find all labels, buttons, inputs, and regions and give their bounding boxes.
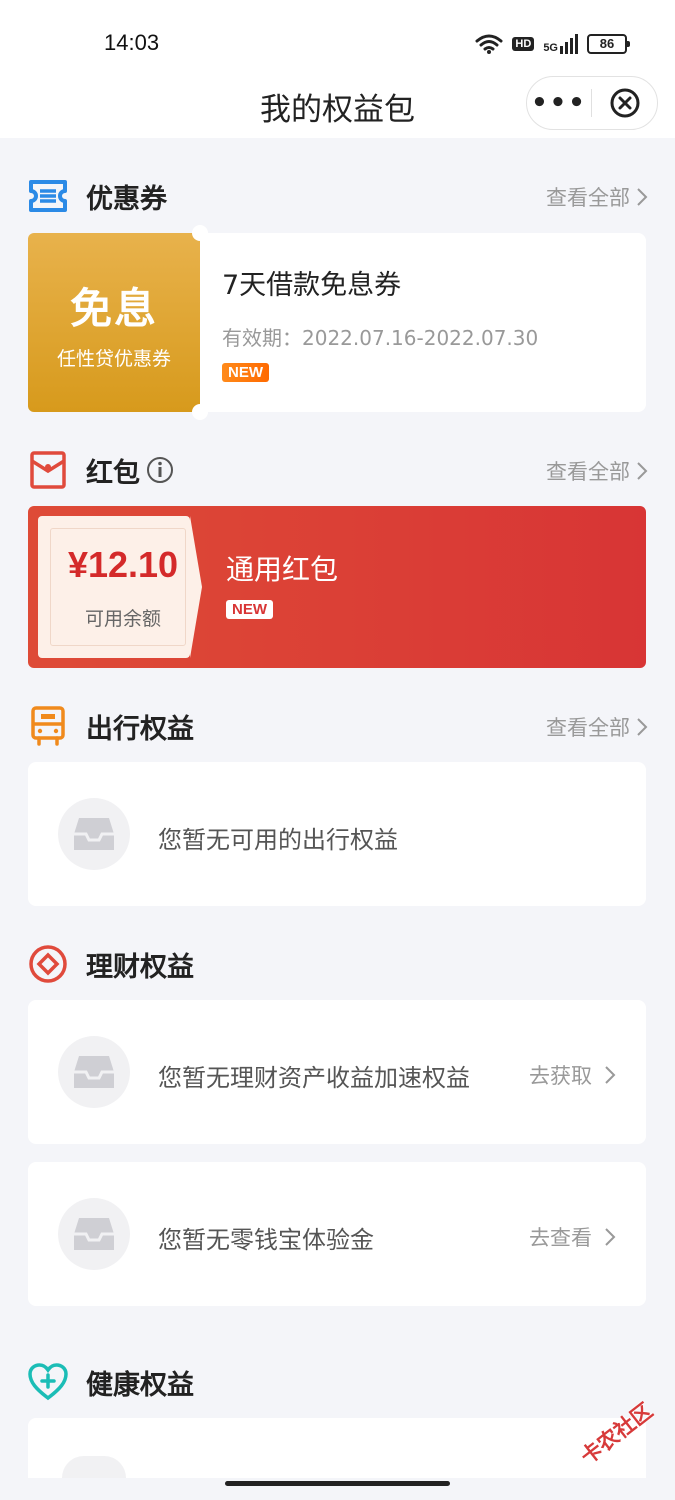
red-envelope-icon: [28, 450, 68, 490]
chevron-right-icon: [637, 718, 648, 736]
finance-row-action-label: 去查看: [529, 1226, 592, 1250]
health-section-title: 健康权益: [86, 1369, 194, 1401]
finance-section-title: 理财权益: [86, 951, 194, 983]
coupon-section-header: 优惠券 查看全部: [28, 174, 648, 218]
redpacket-amount-label: 可用余额: [84, 608, 161, 630]
close-button[interactable]: [592, 87, 657, 119]
health-card: [28, 1418, 646, 1478]
redpacket-section-header: 红包 查看全部: [28, 448, 648, 492]
finance-row-action[interactable]: 去查看: [529, 1222, 616, 1252]
redpacket-amount: ¥12.10: [67, 544, 179, 585]
coupon-section-title: 优惠券: [86, 183, 167, 215]
signal-icon: 5G: [543, 34, 578, 54]
new-badge: NEW: [226, 600, 273, 619]
chevron-right-icon: [637, 462, 648, 480]
redpacket-card[interactable]: ¥12.10 可用余额 通用红包 NEW: [28, 506, 646, 668]
redpacket-view-all[interactable]: 查看全部: [546, 456, 648, 486]
nav-bar: 我的权益包 •••: [0, 76, 675, 138]
coupon-view-all-label: 查看全部: [546, 186, 630, 210]
coupon-tag: 免息 任性贷优惠券: [28, 233, 200, 412]
finance-section-header: 理财权益: [28, 942, 648, 986]
travel-section-header: 出行权益 查看全部: [28, 704, 648, 748]
empty-inbox-icon: [62, 1456, 126, 1478]
travel-empty-text: 您暂无可用的出行权益: [158, 826, 398, 854]
finance-row-text: 您暂无理财资产收益加速权益: [158, 1064, 470, 1092]
coupon-name: 7天借款免息券: [222, 270, 402, 301]
coupon-tag-big: 免息: [69, 284, 158, 333]
travel-section-title: 出行权益: [86, 713, 194, 745]
chevron-right-icon: [605, 1228, 616, 1246]
finance-row-card[interactable]: 您暂无理财资产收益加速权益 去获取: [28, 1000, 646, 1144]
info-icon[interactable]: [146, 456, 174, 484]
heart-plus-icon: [28, 1362, 68, 1402]
chevron-right-icon: [637, 188, 648, 206]
bus-icon: [28, 706, 68, 746]
hd-icon: HD: [512, 37, 535, 51]
redpacket-name: 通用红包: [226, 553, 339, 586]
coupon-notch-top: [192, 225, 208, 241]
ticket-icon: [28, 176, 68, 216]
finance-row-card[interactable]: 您暂无零钱宝体验金 去查看: [28, 1162, 646, 1306]
coupon-tag-small: 任性贷优惠券: [56, 348, 171, 370]
finance-row-text: 您暂无零钱宝体验金: [158, 1226, 374, 1254]
home-indicator[interactable]: [225, 1481, 450, 1486]
status-bar: 14:03 HD 5G 86: [0, 0, 675, 76]
chevron-right-icon: [605, 1066, 616, 1084]
status-time: 14:03: [104, 30, 160, 55]
new-badge: NEW: [222, 363, 269, 382]
coupon-card[interactable]: 免息 任性贷优惠券 7天借款免息券 有效期：2022.07.16-2022.07…: [28, 225, 646, 420]
empty-inbox-icon: [58, 1036, 130, 1108]
wifi-icon: [475, 34, 503, 54]
redpacket-ticket: ¥12.10 可用余额: [38, 516, 202, 658]
coupon-notch-bottom: [192, 404, 208, 420]
redpacket-view-all-label: 查看全部: [546, 460, 630, 484]
health-section-header: 健康权益: [28, 1360, 648, 1404]
travel-view-all-label: 查看全部: [546, 716, 630, 740]
status-icons: HD 5G 86: [475, 30, 630, 58]
finance-row-action[interactable]: 去获取: [529, 1060, 616, 1090]
coupon-view-all[interactable]: 查看全部: [546, 182, 648, 212]
empty-inbox-icon: [58, 798, 130, 870]
close-icon: [610, 88, 639, 118]
battery-icon: 86: [587, 34, 630, 54]
redpacket-info: 通用红包 NEW: [226, 548, 338, 619]
finance-row-action-label: 去获取: [529, 1064, 592, 1088]
redpacket-section-title: 红包: [86, 457, 140, 489]
travel-view-all[interactable]: 查看全部: [546, 712, 648, 742]
network-type: 5G: [543, 42, 558, 54]
coupon-info: 7天借款免息券 有效期：2022.07.16-2022.07.30 NEW: [222, 263, 538, 382]
more-icon[interactable]: •••: [527, 90, 591, 116]
mini-program-capsule: •••: [526, 76, 658, 130]
finance-icon: [28, 944, 68, 984]
empty-inbox-icon: [58, 1198, 130, 1270]
travel-empty-card: 您暂无可用的出行权益: [28, 762, 646, 906]
coupon-validity: 有效期：2022.07.16-2022.07.30: [222, 326, 539, 350]
